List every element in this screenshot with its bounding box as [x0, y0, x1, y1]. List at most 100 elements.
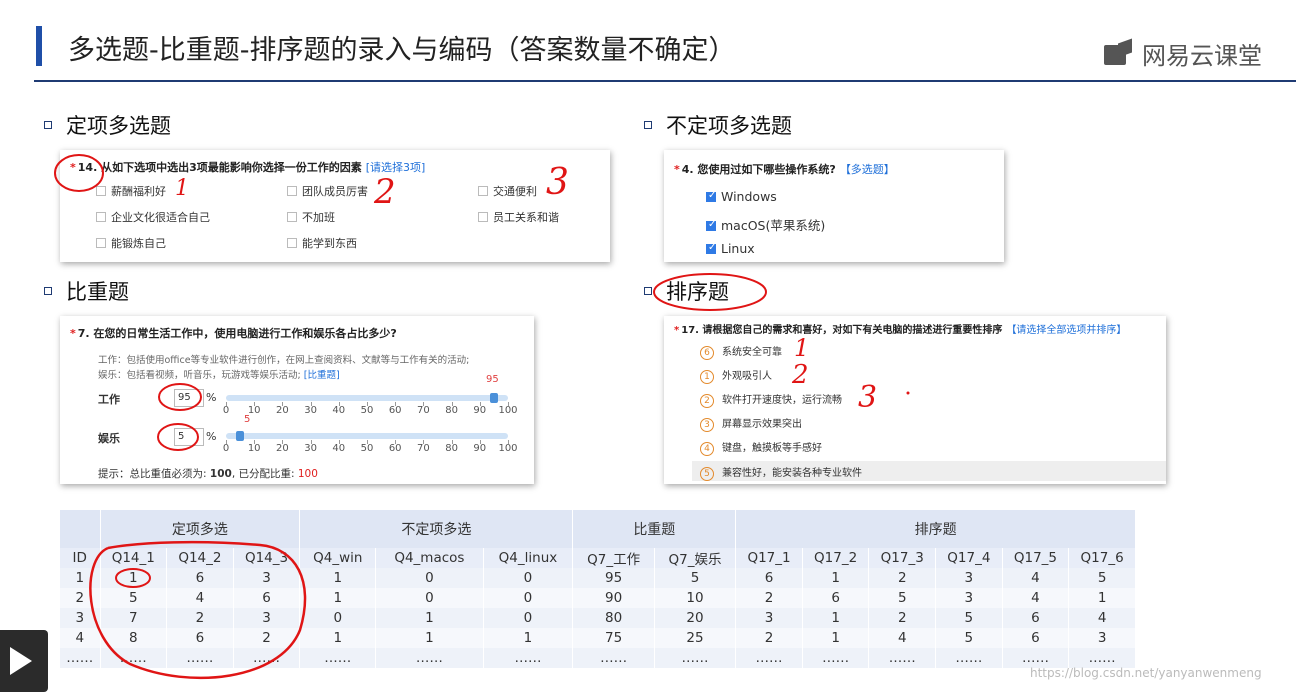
weight-input-fun[interactable]: 5: [174, 428, 204, 446]
checkbox-icon[interactable]: [478, 186, 488, 196]
rank-item[interactable]: 4 键盘，触摸板等手感好: [700, 439, 822, 456]
q14-option[interactable]: 交通便利: [478, 183, 537, 199]
column-header: Q4_linux: [483, 548, 574, 568]
table-cell: 4: [166, 588, 234, 608]
rank-item-text: 键盘，触摸板等手感好: [722, 443, 822, 454]
weight-input-work[interactable]: 95: [174, 389, 204, 407]
table-header-row: ID Q14_1 Q14_2 Q14_3 Q4_win Q4_macos Q4_linux Q…: [60, 548, 1136, 568]
table-cell: 0: [483, 608, 574, 628]
percent-unit: %: [206, 391, 217, 404]
table-group-open-multi: 不定项多选: [299, 510, 574, 548]
checkbox-icon[interactable]: [96, 212, 106, 222]
table-cell: 5: [935, 608, 1003, 628]
column-header: Q14_1: [100, 548, 168, 568]
checkbox-icon[interactable]: [287, 212, 297, 222]
weight-hint: 提示：总比重值必须为: 100, 已分配比重: 100: [98, 466, 318, 481]
table-cell: 2: [60, 588, 101, 608]
q14-label: 14. 从如下选项中选出3项最能影响你选择一份工作的因素: [77, 161, 362, 174]
table-cell: 1: [60, 568, 101, 588]
rank-item[interactable]: 2 软件打开速度快，运行流畅: [700, 391, 842, 408]
bullet-square-icon: [44, 121, 52, 129]
table-cell: 5: [1068, 568, 1136, 588]
q17-panel: * 17. 请根据您自己的需求和喜好，对如下有关电脑的描述进行重要性排序 【请选择全…: [664, 316, 1166, 484]
q17-tag: 【请选择全部选项并排序】: [1006, 325, 1127, 336]
option-label: macOS(苹果系统): [721, 218, 826, 233]
table-cell: 0: [375, 588, 484, 608]
option-label: Linux: [721, 241, 755, 256]
checkbox-checked-icon[interactable]: [706, 219, 716, 231]
slider-tick-label: 0: [222, 405, 230, 416]
column-header: Q4_win: [299, 548, 377, 568]
q14-option[interactable]: 能学到东西: [287, 235, 357, 251]
q14-option[interactable]: 薪酬福利好: [96, 183, 166, 199]
option-label: Windows: [721, 189, 777, 204]
table-cell: 4: [1002, 588, 1070, 608]
checkbox-checked-icon[interactable]: [706, 242, 716, 254]
rank-item[interactable]: 1 外观吸引人: [700, 367, 772, 384]
column-header: ID: [60, 548, 101, 568]
table-cell: ……: [935, 648, 1003, 668]
column-header: Q7_娱乐: [654, 548, 737, 568]
table-cell: 6: [802, 588, 870, 608]
checkbox-icon[interactable]: [287, 186, 297, 196]
table-cell: 80: [572, 608, 655, 628]
table-cell: 1: [375, 628, 484, 648]
table-cell: ……: [572, 648, 655, 668]
column-header: Q17_6: [1068, 548, 1136, 568]
slider-tick-label: 80: [445, 405, 458, 416]
q14-option[interactable]: 团队成员厉害: [287, 183, 368, 199]
q4-option-linux[interactable]: Linux: [706, 241, 755, 256]
checkbox-checked-icon[interactable]: [706, 190, 716, 202]
option-label: 薪酬福利好: [111, 185, 166, 198]
table-cell: 6: [1002, 628, 1070, 648]
slider-thumb-fun[interactable]: [236, 431, 245, 441]
q4-tag: 【多选题】: [839, 163, 895, 176]
rank-item-text: 软件打开速度快，运行流畅: [722, 395, 842, 406]
table-cell: 4: [1002, 568, 1070, 588]
slider-track-fun[interactable]: [226, 433, 508, 439]
table-cell: ……: [375, 648, 484, 668]
checkbox-icon[interactable]: [287, 238, 297, 248]
checkbox-icon[interactable]: [96, 186, 106, 196]
table-cell: ……: [483, 648, 574, 668]
rank-item[interactable]: 3 屏幕显示效果突出: [700, 415, 802, 432]
table-row: 3 7 2 3 0 1 0 80 20 3 1 2 5 6 4: [60, 608, 1136, 628]
rank-item-text: 外观吸引人: [722, 371, 772, 382]
slider-track-work[interactable]: [226, 395, 508, 401]
slider-tick-label: 40: [332, 443, 346, 454]
q14-option[interactable]: 企业文化很适合自己: [96, 209, 210, 225]
q14-option[interactable]: 不加班: [287, 209, 335, 225]
checkbox-icon[interactable]: [96, 238, 106, 248]
table-cell: 0: [299, 608, 377, 628]
rank-badge: 2: [700, 394, 714, 408]
table-group-weight: 比重题: [572, 510, 737, 548]
slider-thumb-work[interactable]: [489, 393, 498, 403]
column-header: Q7_工作: [572, 548, 655, 568]
section-label: 不定项多选题: [666, 114, 792, 138]
table-group-empty: [60, 510, 101, 548]
title-accent-bar: [36, 26, 42, 66]
table-cell: 3: [935, 588, 1003, 608]
q14-option[interactable]: 员工关系和谐: [478, 209, 559, 225]
q7-desc-fun: 娱乐：包括看视频，听音乐，玩游戏等娱乐活动; [比重题]: [98, 367, 340, 381]
q4-option-macos[interactable]: macOS(苹果系统): [706, 215, 825, 234]
rank-item[interactable]: 5 兼容性好，能安装各种专业软件: [700, 464, 862, 481]
coding-table: 定项多选 不定项多选 比重题 排序题 ID Q14_1 Q14_2 Q14_3 Q4_w…: [60, 510, 1136, 668]
column-header: Q17_4: [935, 548, 1003, 568]
table-cell: 90: [572, 588, 655, 608]
q14-option[interactable]: 能锻炼自己: [96, 235, 166, 251]
q4-option-windows[interactable]: Windows: [706, 189, 777, 204]
play-button[interactable]: [0, 630, 48, 692]
table-cell: ……: [868, 648, 937, 668]
table-cell: 6: [233, 588, 301, 608]
rank-item[interactable]: 6 系统安全可靠: [700, 343, 782, 360]
section-label: 排序题: [666, 280, 729, 304]
checkbox-icon[interactable]: [478, 212, 488, 222]
slider-tick-label: 100: [498, 405, 518, 416]
slider-tick-label: 30: [304, 443, 317, 454]
column-header: Q14_2: [166, 548, 234, 568]
table-cell: 1: [802, 568, 870, 588]
slider-tick-label: 20: [276, 443, 289, 454]
weight-row-label: 娱乐: [98, 432, 120, 445]
q14-tag: [请选择3项]: [365, 161, 426, 174]
